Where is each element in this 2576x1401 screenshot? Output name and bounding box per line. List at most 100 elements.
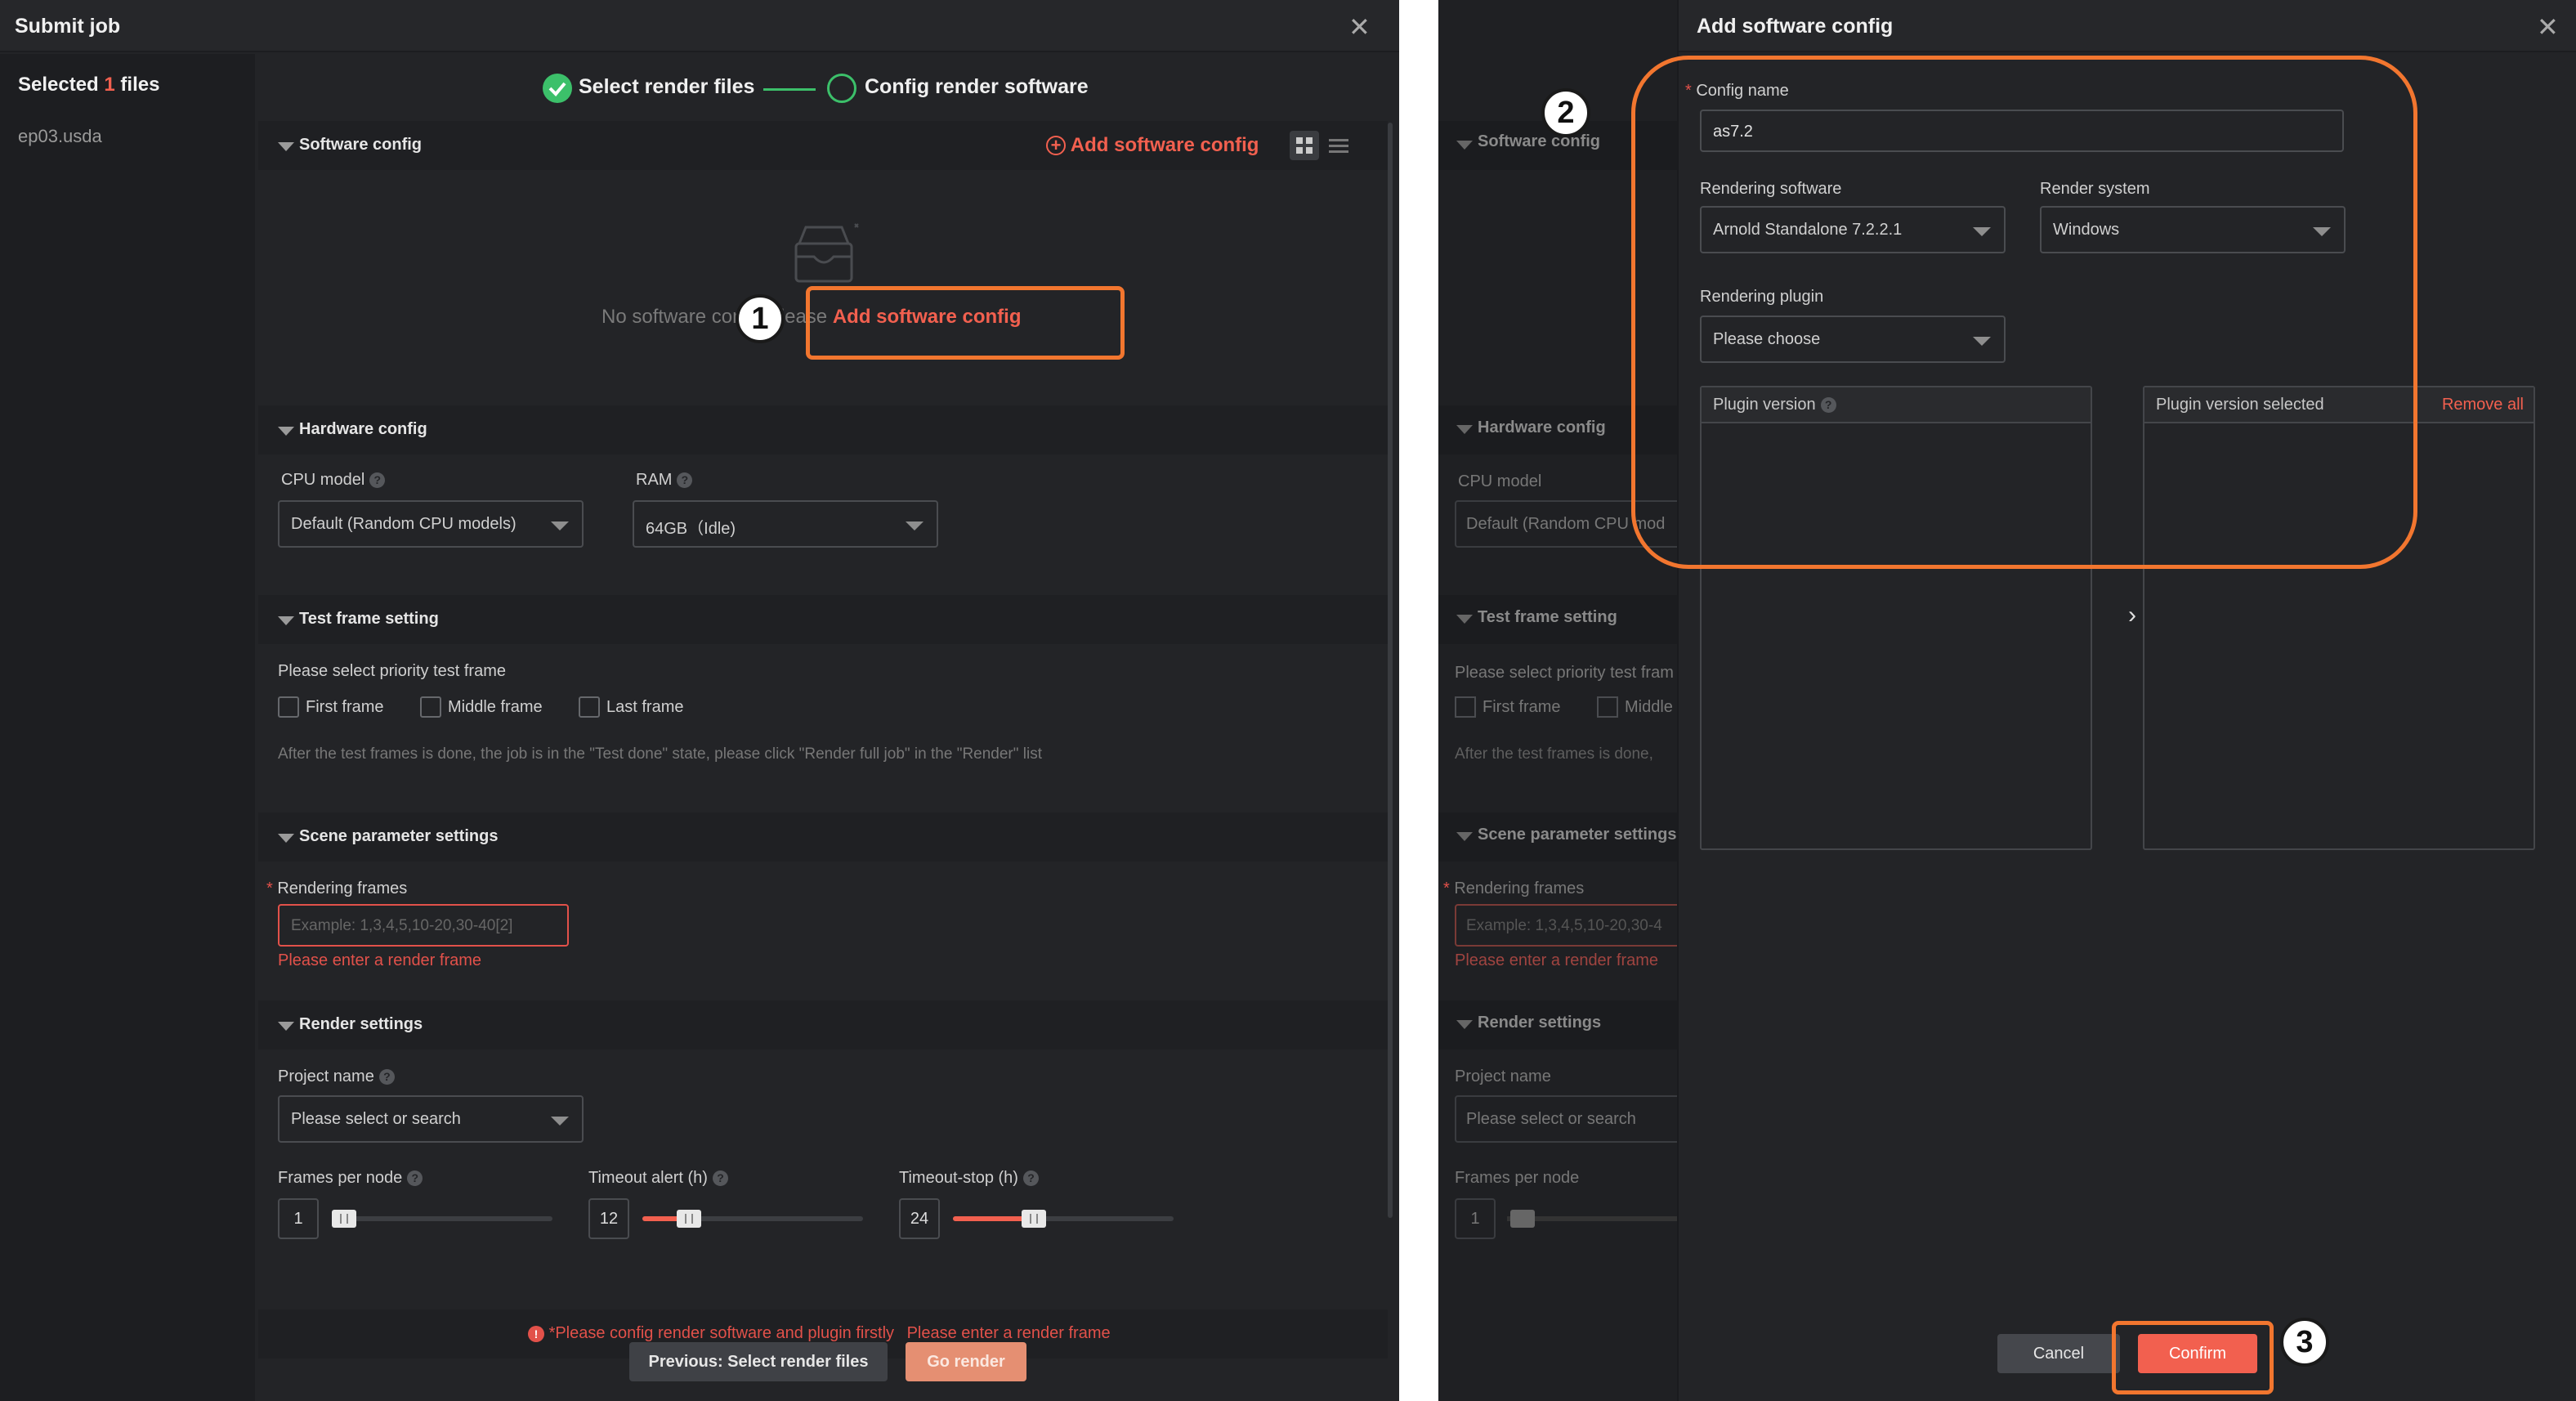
middle-frame-checkbox[interactable]	[420, 696, 441, 718]
step-complete-icon	[543, 74, 572, 103]
section-title: Test frame setting	[299, 610, 439, 628]
middle-frame-label: Middle frame	[448, 698, 543, 716]
file-item[interactable]: ep03.usda	[18, 126, 102, 147]
last-frame-checkbox[interactable]	[579, 696, 600, 718]
help-icon[interactable]: ?	[712, 1170, 728, 1187]
plus-circle-icon: +	[1046, 136, 1066, 155]
help-icon[interactable]: ?	[369, 472, 386, 489]
select-value: 64GB（Idle)	[646, 520, 736, 538]
bg-render-settings: Render settings	[1478, 1014, 1602, 1032]
select-value: Please select or search	[291, 1110, 461, 1128]
error-messages: ! *Please config render software and plu…	[528, 1324, 1111, 1343]
step-connector	[763, 88, 816, 91]
annotation-box-3	[2112, 1321, 2274, 1394]
dialog-title-bar: Add software config ✕	[1679, 0, 2576, 52]
bg-cpu-label: CPU model	[1458, 472, 1542, 490]
test-frame-header[interactable]: Test frame setting	[258, 595, 1388, 644]
frames-per-node-input[interactable]: 1	[278, 1198, 319, 1239]
collapse-icon	[278, 1022, 294, 1031]
help-icon[interactable]: ?	[677, 472, 693, 489]
title-bar: Submit job ✕	[0, 0, 1399, 52]
go-render-button[interactable]: Go render	[906, 1342, 1026, 1381]
select-value: Default (Random CPU models)	[291, 515, 517, 533]
help-icon[interactable]: ?	[407, 1170, 423, 1187]
rendering-frames-input[interactable]: Example: 1,3,4,5,10-20,30-40[2]	[278, 904, 569, 947]
ram-label: RAM?	[636, 471, 693, 490]
add-software-config-button[interactable]: + Add software config	[1046, 134, 1259, 157]
annotation-badge-2: 2	[1541, 88, 1590, 137]
bg-software-config: Software config	[1478, 132, 1601, 150]
slider-handle[interactable]	[332, 1210, 356, 1228]
test-frame-note: After the test frames is done, the job i…	[278, 745, 1042, 763]
rendering-frames-label: * Rendering frames	[266, 880, 408, 897]
bg-frames-error: Please enter a render frame	[1455, 951, 1659, 969]
chevron-down-icon	[906, 521, 924, 530]
add-software-config-window: Software config Hardware config CPU mode…	[1438, 0, 2576, 1401]
bg-test-prompt: Please select priority test fram	[1455, 664, 1674, 682]
timeout-alert-label: Timeout alert (h)?	[588, 1169, 728, 1188]
job-config-main: Select render files Config render softwa…	[258, 54, 1388, 1401]
cancel-button[interactable]: Cancel	[1997, 1334, 2120, 1373]
frames-per-node-label: Frames per node?	[278, 1169, 423, 1188]
test-frame-prompt: Please select priority test frame	[278, 662, 506, 680]
render-settings-header[interactable]: Render settings	[258, 1000, 1388, 1050]
step-current-icon	[827, 74, 856, 103]
previous-button[interactable]: Previous: Select render files	[629, 1342, 888, 1381]
first-frame-label: First frame	[306, 698, 384, 716]
chevron-down-icon	[551, 521, 569, 530]
bg-frames-placeholder: Example: 1,3,4,5,10-20,30-4	[1466, 917, 1662, 934]
annotation-badge-1: 1	[736, 294, 785, 343]
error-icon: !	[528, 1325, 544, 1342]
bg-project-placeholder: Please select or search	[1466, 1110, 1636, 1128]
bg-frames-label: * Rendering frames	[1443, 880, 1585, 897]
slider-handle[interactable]	[1022, 1210, 1046, 1228]
step-config-render-software: Config render software	[865, 75, 1089, 98]
help-icon[interactable]: ?	[1022, 1170, 1039, 1187]
timeout-stop-input[interactable]: 24	[899, 1198, 940, 1239]
project-name-select[interactable]: Please select or search	[278, 1095, 584, 1143]
first-frame-checkbox[interactable]	[278, 696, 299, 718]
last-frame-label: Last frame	[606, 698, 684, 716]
chevron-down-icon	[551, 1117, 569, 1126]
chevron-right-icon[interactable]: ›	[2128, 602, 2136, 629]
window-title: Submit job	[15, 15, 121, 38]
list-view-icon[interactable]	[1324, 131, 1353, 160]
collapse-icon	[278, 616, 294, 625]
bg-scene-params: Scene parameter settings	[1478, 826, 1677, 844]
close-icon[interactable]: ✕	[2537, 11, 2559, 43]
section-title: Software config	[299, 136, 423, 154]
collapse-icon	[278, 142, 294, 151]
scene-parameter-header[interactable]: Scene parameter settings	[258, 812, 1388, 862]
bg-fpn-value: 1	[1455, 1198, 1496, 1239]
ram-select[interactable]: 64GB（Idle)	[633, 500, 938, 548]
cpu-model-select[interactable]: Default (Random CPU models)	[278, 500, 584, 548]
frames-per-node-slider[interactable]	[332, 1216, 552, 1221]
software-config-header[interactable]: Software config + Add software config	[258, 121, 1388, 170]
section-title: Render settings	[299, 1015, 423, 1033]
remove-all-button[interactable]: Remove all	[2442, 396, 2524, 414]
section-title: Hardware config	[299, 420, 427, 438]
submit-job-window: Submit job ✕ Selected 1 files ep03.usda …	[0, 0, 1399, 1401]
file-sidebar: Selected 1 files ep03.usda	[0, 54, 255, 1401]
bg-first-frame: First frame	[1483, 698, 1561, 716]
annotation-badge-3: 3	[2280, 1318, 2329, 1367]
close-icon[interactable]: ✕	[1348, 11, 1371, 43]
help-icon[interactable]: ?	[378, 1069, 395, 1085]
section-title: Scene parameter settings	[299, 827, 499, 845]
bg-test-frame: Test frame setting	[1478, 608, 1617, 626]
grid-view-icon[interactable]	[1290, 131, 1319, 160]
hardware-config-header[interactable]: Hardware config	[258, 405, 1388, 454]
timeout-stop-label: Timeout-stop (h)?	[899, 1169, 1039, 1188]
cpu-model-label: CPU model?	[281, 471, 386, 490]
scrollbar[interactable]	[1388, 123, 1393, 1218]
bg-project-label: Project name	[1455, 1068, 1551, 1085]
annotation-box-1	[806, 286, 1125, 360]
timeout-alert-input[interactable]: 12	[588, 1198, 629, 1239]
slider-handle[interactable]	[677, 1210, 701, 1228]
collapse-icon	[278, 834, 294, 843]
bg-hardware-config: Hardware config	[1478, 419, 1606, 436]
selected-files-count: Selected 1 files	[18, 74, 160, 96]
step-select-render-files: Select render files	[579, 75, 755, 98]
bg-fpn-label: Frames per node	[1455, 1169, 1580, 1187]
project-name-label: Project name?	[278, 1068, 395, 1086]
